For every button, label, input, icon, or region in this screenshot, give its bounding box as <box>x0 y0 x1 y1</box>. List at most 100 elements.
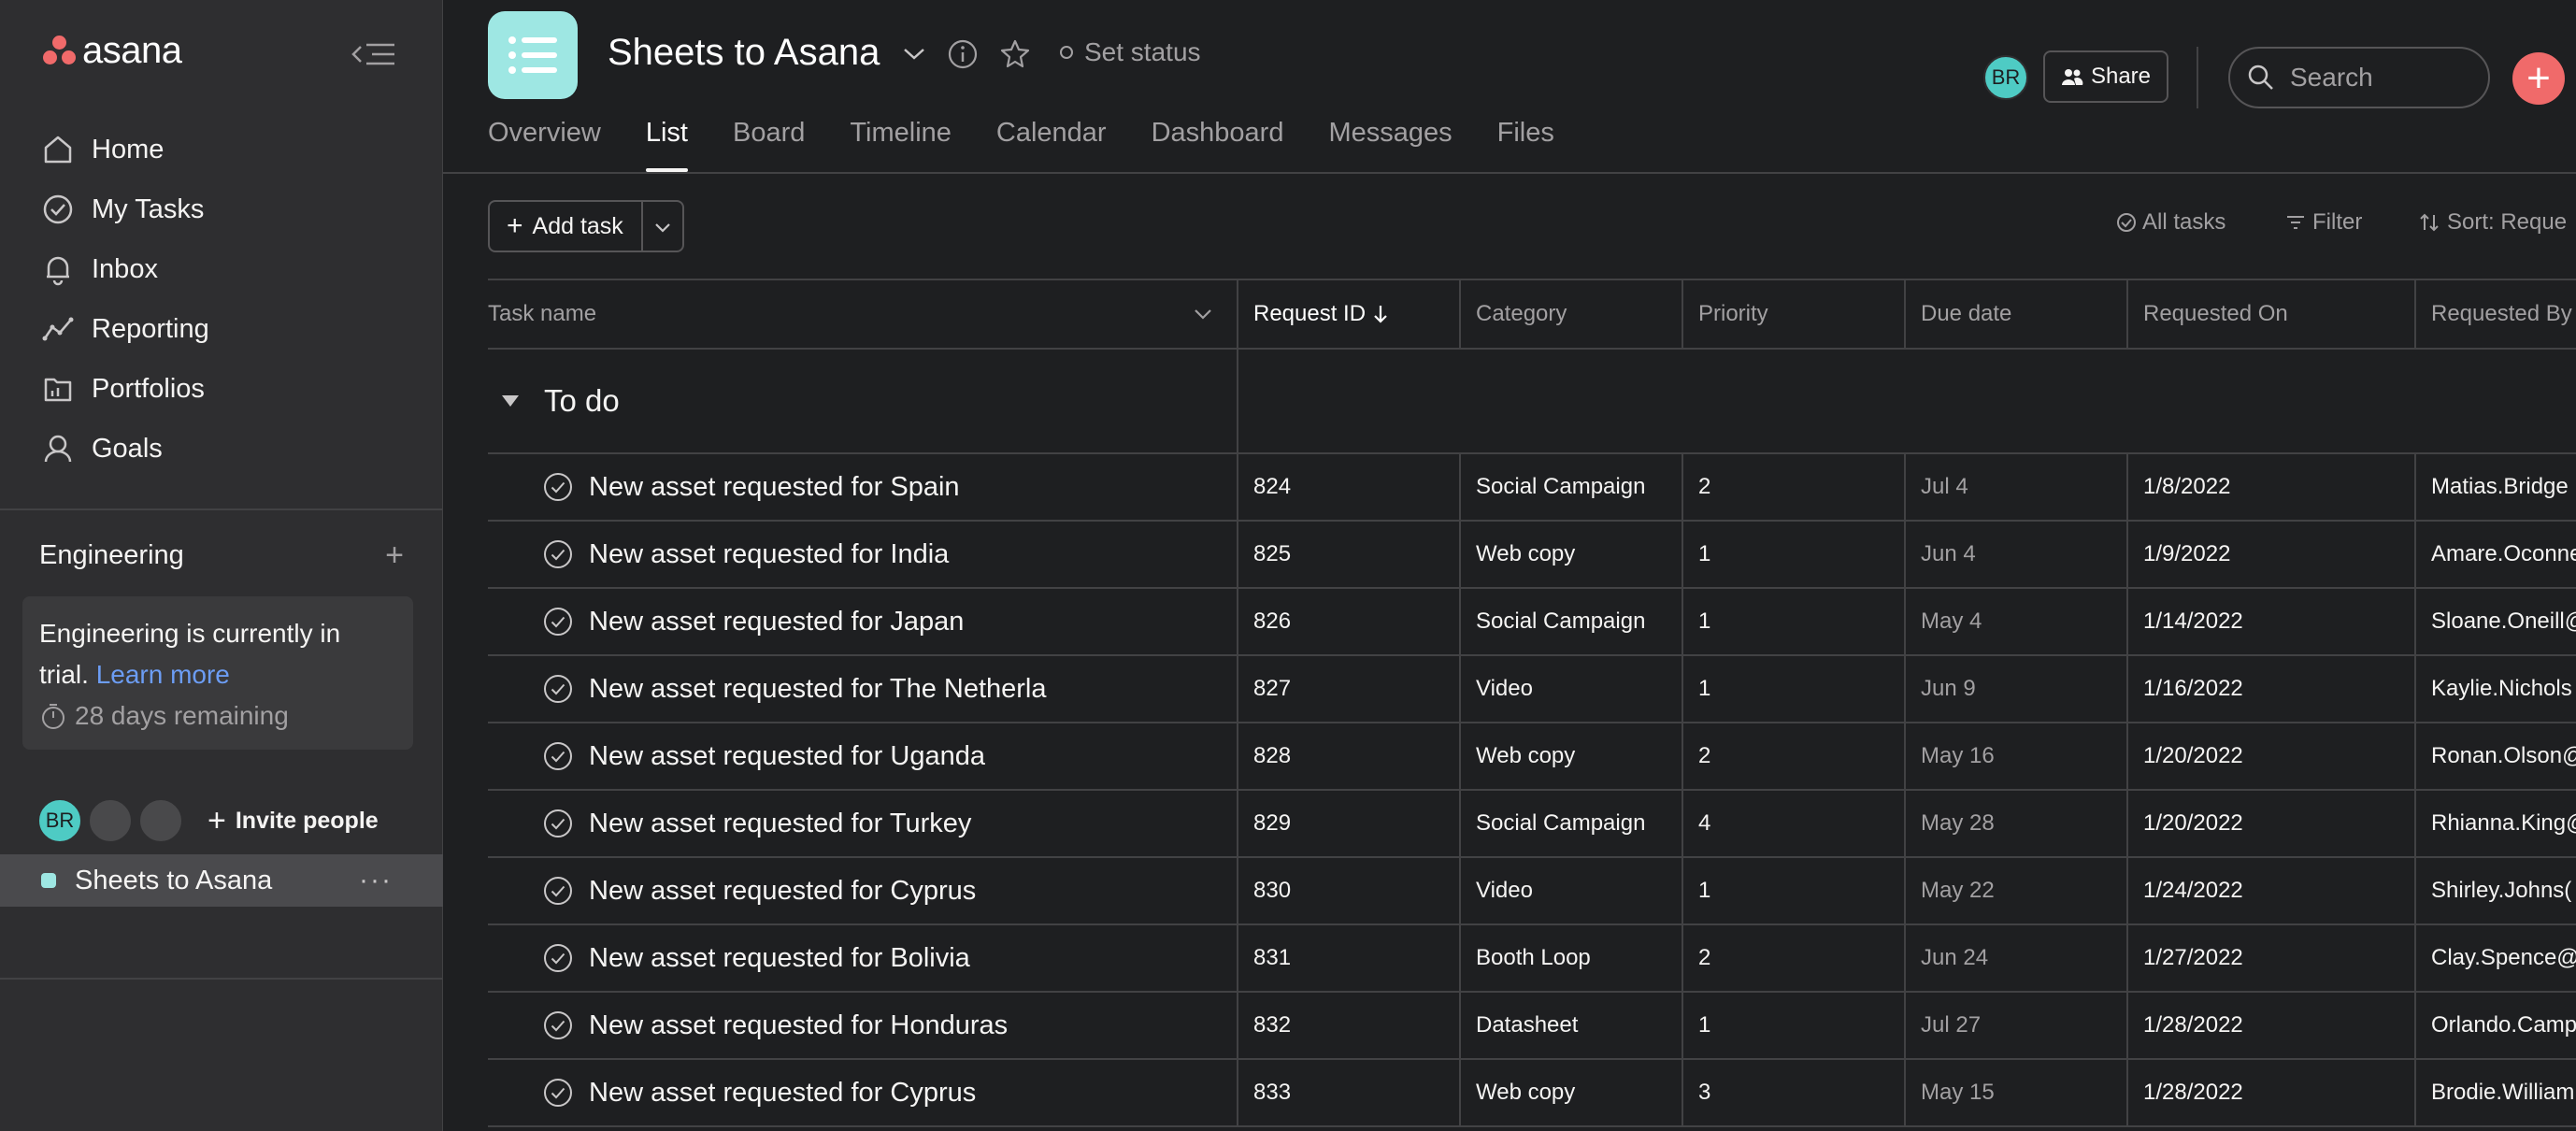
priority-cell[interactable]: 2 <box>1682 723 1906 791</box>
sidebar-item-my-tasks[interactable]: My Tasks <box>0 179 443 239</box>
chevron-down-icon[interactable] <box>1194 308 1212 320</box>
table-row[interactable]: New asset requested for Spain 824 Social C… <box>488 453 2576 522</box>
category-cell[interactable]: Web copy <box>1460 1059 1683 1127</box>
create-button[interactable]: + <box>2512 52 2565 105</box>
caret-down-icon[interactable] <box>501 394 520 408</box>
due-date-cell[interactable]: Jun 9 <box>1905 655 2128 723</box>
table-row[interactable]: New asset requested for Uganda 828 Web cop… <box>488 723 2576 791</box>
priority-cell[interactable]: 1 <box>1682 521 1906 589</box>
task-name[interactable]: New asset requested for Cyprus <box>589 876 976 907</box>
member-avatar[interactable]: BR <box>1983 55 2028 100</box>
requested-by-cell[interactable]: Amare.Oconne <box>2415 521 2576 589</box>
sidebar-item-home[interactable]: Home <box>0 120 443 179</box>
chevron-down-icon[interactable] <box>897 37 931 71</box>
request-id-cell[interactable]: 833 <box>1238 1059 1461 1127</box>
sidebar-item-reporting[interactable]: Reporting <box>0 299 443 359</box>
requested-by-cell[interactable]: Clay.Spence@ <box>2415 924 2576 993</box>
request-id-cell[interactable]: 825 <box>1238 521 1461 589</box>
priority-cell[interactable]: 2 <box>1682 453 1906 522</box>
table-row[interactable]: New asset requested for Cyprus 830 Video 1 M… <box>488 857 2576 925</box>
task-name[interactable]: New asset requested for Turkey <box>589 809 971 839</box>
complete-task-icon[interactable] <box>542 538 574 570</box>
priority-cell[interactable]: 2 <box>1682 924 1906 993</box>
priority-cell[interactable]: 4 <box>1682 790 1906 858</box>
column-header-request-id[interactable]: Request ID <box>1238 279 1461 350</box>
priority-cell[interactable]: 3 <box>1682 1059 1906 1127</box>
info-icon[interactable] <box>946 37 980 71</box>
request-id-cell[interactable]: 826 <box>1238 588 1461 656</box>
requested-by-cell[interactable]: Brodie.William <box>2415 1059 2576 1127</box>
due-date-cell[interactable]: May 16 <box>1905 723 2128 791</box>
complete-task-icon[interactable] <box>542 673 574 705</box>
requested-by-cell[interactable]: Kaylie.Nichols <box>2415 655 2576 723</box>
requested-on-cell[interactable]: 1/8/2022 <box>2127 453 2416 522</box>
complete-task-icon[interactable] <box>542 875 574 907</box>
task-name-cell[interactable]: New asset requested for India <box>488 521 1238 589</box>
due-date-cell[interactable]: May 15 <box>1905 1059 2128 1127</box>
complete-task-icon[interactable] <box>542 606 574 637</box>
learn-more-link[interactable]: Learn more <box>96 660 230 689</box>
task-name-cell[interactable]: New asset requested for Honduras <box>488 992 1238 1060</box>
due-date-cell[interactable]: Jun 24 <box>1905 924 2128 993</box>
sidebar-item-goals[interactable]: Goals <box>0 419 443 479</box>
tab-files[interactable]: Files <box>1497 118 1554 172</box>
add-team-icon[interactable]: + <box>385 537 404 574</box>
category-cell[interactable]: Social Campaign <box>1460 790 1683 858</box>
due-date-cell[interactable]: May 22 <box>1905 857 2128 925</box>
category-cell[interactable]: Web copy <box>1460 723 1683 791</box>
task-name-cell[interactable]: New asset requested for The Netherla <box>488 655 1238 723</box>
task-name-cell[interactable]: New asset requested for Japan <box>488 588 1238 656</box>
requested-on-cell[interactable]: 1/14/2022 <box>2127 588 2416 656</box>
table-row[interactable]: New asset requested for Bolivia 831 Booth … <box>488 924 2576 993</box>
requested-by-cell[interactable]: Sloane.Oneill@ <box>2415 588 2576 656</box>
requested-on-cell[interactable]: 1/16/2022 <box>2127 655 2416 723</box>
request-id-cell[interactable]: 830 <box>1238 857 1461 925</box>
requested-on-cell[interactable]: 1/20/2022 <box>2127 723 2416 791</box>
task-name[interactable]: New asset requested for Bolivia <box>589 943 970 974</box>
collapse-sidebar-icon[interactable] <box>348 36 400 73</box>
task-name[interactable]: New asset requested for Uganda <box>589 741 985 772</box>
task-name-cell[interactable]: New asset requested for Cyprus <box>488 857 1238 925</box>
sidebar-project-sheets-to-asana[interactable]: Sheets to Asana ··· <box>0 854 443 907</box>
due-date-cell[interactable]: Jun 4 <box>1905 521 2128 589</box>
requested-by-cell[interactable]: Matias.Bridge <box>2415 453 2576 522</box>
task-name[interactable]: New asset requested for Honduras <box>589 1010 1008 1041</box>
requested-on-cell[interactable]: 1/24/2022 <box>2127 857 2416 925</box>
set-status-button[interactable]: Set status <box>1060 37 1201 67</box>
project-title[interactable]: Sheets to Asana <box>608 32 880 74</box>
request-id-cell[interactable]: 829 <box>1238 790 1461 858</box>
table-row[interactable]: New asset requested for The Netherla 827 V… <box>488 655 2576 723</box>
tab-calendar[interactable]: Calendar <box>996 118 1107 172</box>
add-task-dropdown[interactable] <box>643 213 682 240</box>
category-cell[interactable]: Social Campaign <box>1460 588 1683 656</box>
share-button[interactable]: Share <box>2043 50 2168 103</box>
requested-on-cell[interactable]: 1/9/2022 <box>2127 521 2416 589</box>
table-row[interactable]: New asset requested for Cyprus 833 Web cop… <box>488 1059 2576 1127</box>
complete-task-icon[interactable] <box>542 1077 574 1109</box>
column-header-requested-by[interactable]: Requested By <box>2415 279 2576 350</box>
tab-dashboard[interactable]: Dashboard <box>1152 118 1284 172</box>
requested-on-cell[interactable]: 1/20/2022 <box>2127 790 2416 858</box>
request-id-cell[interactable]: 832 <box>1238 992 1461 1060</box>
project-list-icon[interactable] <box>488 11 578 99</box>
task-name-cell[interactable]: New asset requested for Spain <box>488 453 1238 522</box>
task-name-cell[interactable]: New asset requested for Uganda <box>488 723 1238 791</box>
tab-messages[interactable]: Messages <box>1328 118 1452 172</box>
star-icon[interactable] <box>998 37 1032 71</box>
complete-task-icon[interactable] <box>542 1009 574 1041</box>
column-header-category[interactable]: Category <box>1460 279 1683 350</box>
complete-task-icon[interactable] <box>542 471 574 503</box>
table-row[interactable]: New asset requested for Japan 826 Social C… <box>488 588 2576 656</box>
due-date-cell[interactable]: May 4 <box>1905 588 2128 656</box>
sidebar-item-inbox[interactable]: Inbox <box>0 239 443 299</box>
category-cell[interactable]: Web copy <box>1460 521 1683 589</box>
complete-task-icon[interactable] <box>542 808 574 839</box>
avatar[interactable]: BR <box>37 798 82 843</box>
task-name[interactable]: New asset requested for Japan <box>589 607 964 637</box>
tab-timeline[interactable]: Timeline <box>850 118 952 172</box>
requested-by-cell[interactable]: Orlando.Camp <box>2415 992 2576 1060</box>
requested-on-cell[interactable]: 1/27/2022 <box>2127 924 2416 993</box>
table-row[interactable]: New asset requested for Turkey 829 Social … <box>488 790 2576 858</box>
priority-cell[interactable]: 1 <box>1682 655 1906 723</box>
request-id-cell[interactable]: 824 <box>1238 453 1461 522</box>
